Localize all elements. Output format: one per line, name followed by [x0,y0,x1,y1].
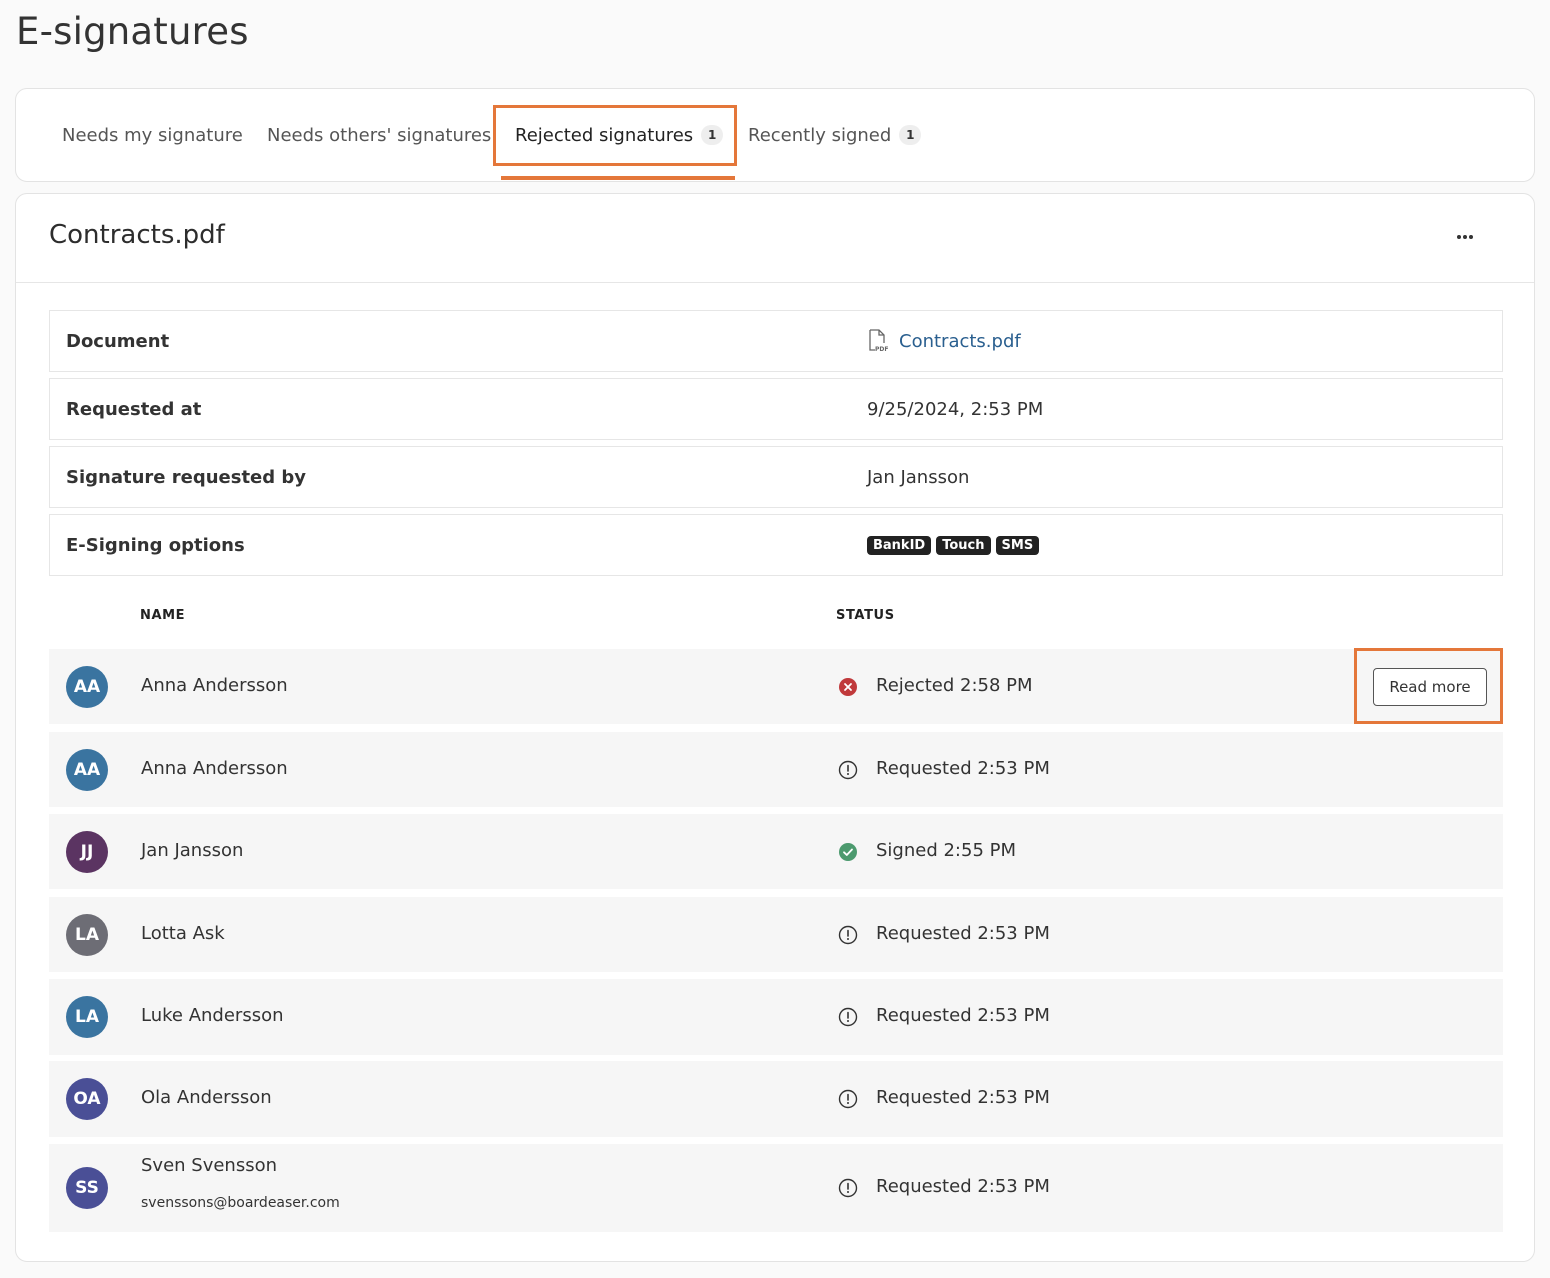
signer-row: AA Anna Andersson Requested 2:53 PM [49,732,1503,807]
info-label: E-Signing options [66,534,245,556]
pending-alert-icon [838,1089,858,1109]
tab-rejected-signatures[interactable]: Rejected signatures 1 [515,89,724,181]
signer-row: LA Luke Andersson Requested 2:53 PM [49,979,1503,1055]
tab-needs-my-signature[interactable]: Needs my signature [62,89,243,181]
card-header: Contracts.pdf [16,194,1534,283]
signer-name: Ola Andersson [141,1087,272,1108]
signer-row: LA Lotta Ask Requested 2:53 PM [49,897,1503,972]
signer-status: Requested 2:53 PM [876,1087,1050,1108]
active-tab-indicator [501,176,735,180]
tab-count-badge: 1 [701,125,724,145]
info-label: Document [66,330,170,352]
signing-option-chip: BankID [867,535,932,555]
avatar: SS [66,1167,108,1209]
signer-status: Requested 2:53 PM [876,1176,1050,1197]
document-title: Contracts.pdf [49,220,225,250]
tabs-bar: Needs my signature Needs others' signatu… [15,88,1535,182]
column-header-status: STATUS [836,608,895,623]
signed-check-icon [839,842,857,861]
document-link[interactable]: Contracts.pdf [899,331,1021,352]
info-value: Jan Jansson [867,466,970,488]
signer-status: Requested 2:53 PM [876,1005,1050,1026]
signer-status: Requested 2:53 PM [876,922,1050,944]
signer-row: SS Sven Svensson svenssons@boardeaser.com R… [49,1144,1503,1232]
column-header-name: NAME [140,608,186,623]
avatar: AA [66,748,108,791]
signer-email: svenssons@boardeaser.com [141,1195,340,1211]
signer-row: JJ Jan Jansson Signed 2:55 PM [49,814,1503,889]
info-row-signing-options: E-Signing options BankID Touch SMS [49,514,1503,576]
tab-label: Rejected signatures [515,124,694,146]
signer-name: Sven Svensson [141,1155,278,1176]
signature-card: Contracts.pdf Document PDF Contracts.pdf… [15,193,1535,1262]
read-more-button[interactable]: Read more [1373,667,1487,706]
svg-text:PDF: PDF [875,346,888,353]
signer-name: Anna Andersson [141,757,288,779]
signer-row: AA Anna Andersson Rejected 2:58 PM Read mor… [49,649,1503,724]
signer-name: Luke Andersson [141,1005,284,1026]
pending-alert-icon [838,925,858,944]
avatar: LA [66,913,108,956]
tab-recently-signed[interactable]: Recently signed 1 [748,89,922,181]
signer-status: Rejected 2:58 PM [876,674,1033,696]
info-value: 9/25/2024, 2:53 PM [867,398,1044,420]
avatar: JJ [66,830,108,873]
info-row-requested-at: Requested at 9/25/2024, 2:53 PM [49,378,1503,440]
tab-count-badge: 1 [899,125,922,145]
info-label: Signature requested by [66,466,307,488]
signer-name: Lotta Ask [141,922,225,944]
tab-label: Recently signed [748,124,892,146]
signing-options: BankID Touch SMS [867,515,1044,575]
more-options-button[interactable] [1450,222,1480,252]
tab-needs-others-signatures[interactable]: Needs others' signatures [267,89,491,181]
pending-alert-icon [838,760,858,779]
more-horizontal-icon [1457,235,1473,239]
avatar: AA [66,665,108,708]
page-title: E-signatures [16,10,249,53]
info-label: Requested at [66,398,202,420]
info-row-requested-by: Signature requested by Jan Jansson [49,446,1503,508]
pending-alert-icon [838,1007,858,1027]
avatar: LA [66,996,108,1038]
avatar: OA [66,1078,108,1120]
signer-status: Requested 2:53 PM [876,757,1050,779]
signer-row: OA Ola Andersson Requested 2:53 PM [49,1061,1503,1137]
info-row-document: Document PDF Contracts.pdf [49,310,1503,372]
rejected-x-icon [839,677,857,696]
pdf-file-icon: PDF [869,329,888,353]
signer-name: Anna Andersson [141,674,288,696]
tab-label: Needs others' signatures [267,124,492,146]
signer-status: Signed 2:55 PM [876,839,1017,861]
signing-option-chip: SMS [995,535,1040,555]
signing-option-chip: Touch [936,535,991,555]
signer-name: Jan Jansson [141,839,244,861]
tab-label: Needs my signature [62,124,243,146]
info-value: PDF Contracts.pdf [867,311,1021,371]
pending-alert-icon [838,1178,858,1198]
